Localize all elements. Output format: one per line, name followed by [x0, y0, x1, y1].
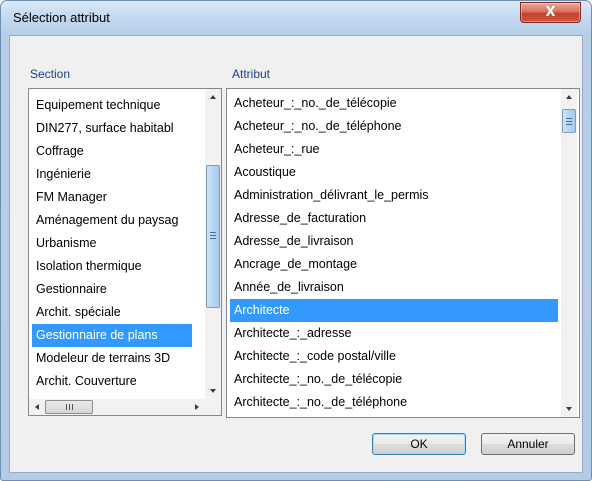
list-item[interactable]: Année_de_livraison [230, 276, 558, 299]
list-item[interactable]: Urbanisme [32, 232, 192, 255]
list-item[interactable]: FM Manager [32, 186, 192, 209]
scroll-down-arrow-icon[interactable] [561, 401, 577, 417]
list-item[interactable]: Archit. Couverture [32, 370, 192, 393]
close-button[interactable]: X [520, 2, 581, 23]
cancel-button[interactable]: Annuler [481, 433, 575, 455]
section-listbox[interactable]: Equipement technique DIN277, surface habi… [28, 88, 222, 416]
list-item[interactable]: Acoustique [230, 161, 558, 184]
dialog-title: Sélection attribut [13, 10, 110, 25]
attribut-listbox[interactable]: Acheteur_:_no._de_télécopie Acheteur_:_no… [226, 88, 580, 418]
dialog-body: Section Attribut Equipement technique DIN… [9, 35, 583, 473]
list-item[interactable]: Ingénierie [32, 163, 192, 186]
list-item[interactable]: Coffrage [32, 140, 192, 163]
list-item[interactable]: Gestionnaire [32, 278, 192, 301]
list-item[interactable]: Adresse_de_facturation [230, 207, 558, 230]
scroll-left-arrow-icon[interactable] [29, 399, 45, 415]
scroll-down-arrow-icon[interactable] [205, 383, 221, 399]
close-icon: X [545, 5, 556, 20]
title-bar[interactable]: Sélection attribut X [1, 1, 591, 35]
list-item[interactable]: Isolation thermique [32, 255, 192, 278]
attribut-vertical-scrollbar[interactable] [561, 89, 577, 417]
list-item[interactable]: Aménagement du paysag [32, 209, 192, 232]
horizontal-scroll-thumb[interactable] [45, 400, 93, 414]
list-item[interactable]: Equipement technique [32, 94, 192, 117]
list-item[interactable]: Ancrage_de_montage [230, 253, 558, 276]
list-item[interactable]: Modeleur de terrains 3D [32, 347, 192, 370]
list-item[interactable]: Acheteur_:_rue [230, 138, 558, 161]
scroll-right-arrow-icon[interactable] [189, 399, 205, 415]
section-vertical-scrollbar[interactable] [205, 89, 221, 399]
list-item[interactable]: Administration_délivrant_le_permis [230, 184, 558, 207]
scroll-up-arrow-icon[interactable] [561, 89, 577, 105]
scroll-up-arrow-icon[interactable] [205, 89, 221, 105]
ok-button[interactable]: OK [372, 433, 466, 455]
list-item[interactable]: Architecte [230, 299, 558, 322]
section-horizontal-scrollbar[interactable] [29, 399, 221, 415]
list-item[interactable]: Architecte_:_code postal/ville [230, 345, 558, 368]
list-item[interactable]: Acheteur_:_no._de_téléphone [230, 115, 558, 138]
list-item[interactable]: Architecte_:_no._de_téléphone [230, 391, 558, 414]
list-item[interactable]: Architecte_:_adresse [230, 322, 558, 345]
list-item[interactable]: Acheteur_:_no._de_télécopie [230, 92, 558, 115]
list-item[interactable]: Architecte_:_no._de_télécopie [230, 368, 558, 391]
list-item[interactable]: Adresse_de_livraison [230, 230, 558, 253]
list-item[interactable]: Archit. spéciale [32, 301, 192, 324]
list-item[interactable]: DIN277, surface habitabl [32, 117, 192, 140]
scroll-thumb[interactable] [562, 109, 576, 133]
attribut-header: Attribut [232, 67, 271, 81]
scroll-thumb[interactable] [206, 165, 220, 308]
list-item[interactable]: Gestionnaire de plans [32, 324, 192, 347]
dialog-window: Sélection attribut X Section Attribut Eq… [0, 0, 592, 481]
section-header: Section [30, 67, 71, 81]
